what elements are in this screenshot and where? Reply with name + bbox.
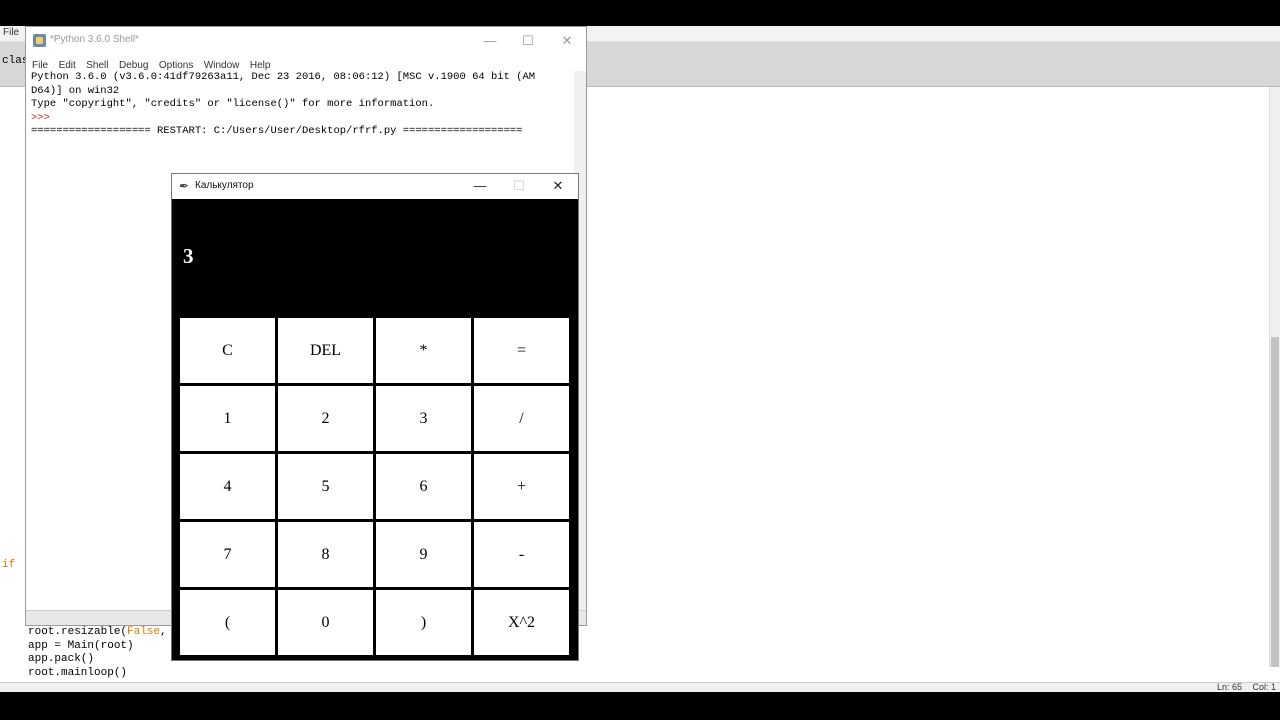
calc-key[interactable]: - bbox=[474, 522, 569, 587]
calc-key[interactable]: 5 bbox=[278, 454, 373, 519]
calculator-window: ✒ Калькулятор — ☐ ✕ 3 C DEL * = 1 2 3/4 5 6 +7 8 9-… bbox=[171, 173, 579, 661]
calculator-display: 3 bbox=[172, 199, 578, 316]
code-line: root.resizable(False, bbox=[28, 626, 167, 638]
calc-key[interactable]: C bbox=[180, 318, 275, 383]
editor-code-area[interactable]: root.resizable(False, app = Main(root) a… bbox=[28, 626, 167, 680]
status-line: Ln: 65 bbox=[1216, 682, 1242, 692]
shell-line: Python 3.6.0 (v3.6.0:41df79263a11, Dec 2… bbox=[31, 71, 536, 83]
editor-menu-file[interactable]: File bbox=[3, 27, 19, 38]
calc-key[interactable]: ) bbox=[376, 590, 471, 655]
cursor-position: Ln: 65 Col: 1 bbox=[1209, 682, 1276, 692]
calc-key[interactable]: / bbox=[474, 386, 569, 451]
shell-titlebar[interactable]: *Python 3.6.0 Shell* — ☐ ✕ bbox=[26, 27, 586, 55]
shell-restart-line: =================== RESTART: C:/Users/Us… bbox=[31, 125, 523, 137]
calculator-close-button[interactable]: ✕ bbox=[540, 176, 576, 196]
calc-key[interactable]: + bbox=[474, 454, 569, 519]
editor-left-gutter bbox=[0, 87, 25, 667]
editor-scroll-thumb[interactable] bbox=[1271, 337, 1279, 667]
calc-key[interactable]: X^2 bbox=[474, 590, 569, 655]
calc-key[interactable]: 1 bbox=[180, 386, 275, 451]
editor-code-fragment: if bbox=[2, 559, 16, 571]
calculator-maximize-button: ☐ bbox=[513, 178, 525, 193]
calc-key[interactable]: 9 bbox=[376, 522, 471, 587]
status-col: Col: 1 bbox=[1252, 682, 1276, 692]
shell-line: D64)] on win32 bbox=[31, 84, 120, 97]
shell-line: Type "copyright", "credits" or "license(… bbox=[31, 98, 435, 110]
calc-key[interactable]: 6 bbox=[376, 454, 471, 519]
shell-menubar: File Edit Shell Debug Options Window Hel… bbox=[26, 55, 586, 71]
calc-key[interactable]: ( bbox=[180, 590, 275, 655]
shell-prompt: >>> bbox=[31, 111, 50, 124]
editor-statusbar: Ln: 65 Col: 1 bbox=[0, 682, 1280, 692]
shell-close-button[interactable]: ✕ bbox=[547, 31, 587, 51]
calc-key[interactable]: DEL bbox=[278, 318, 373, 383]
code-line: app = Main(root) bbox=[28, 639, 134, 652]
calculator-titlebar[interactable]: ✒ Калькулятор — ☐ ✕ bbox=[172, 174, 578, 199]
calculator-minimize-button[interactable]: — bbox=[462, 176, 498, 196]
calc-key[interactable]: 7 bbox=[180, 522, 275, 587]
calc-key[interactable]: * bbox=[376, 318, 471, 383]
python-app-icon bbox=[33, 34, 46, 47]
calc-key[interactable]: 3 bbox=[376, 386, 471, 451]
shell-minimize-button[interactable]: — bbox=[470, 31, 510, 51]
code-line: app.pack() bbox=[28, 653, 95, 665]
calculator-title: Калькулятор bbox=[195, 180, 254, 191]
editor-vertical-scrollbar[interactable] bbox=[1269, 87, 1280, 667]
feather-icon: ✒ bbox=[179, 179, 190, 193]
calculator-display-value: 3 bbox=[183, 244, 194, 268]
shell-window-title: *Python 3.6.0 Shell* bbox=[50, 34, 139, 45]
calc-key[interactable]: 2 bbox=[278, 386, 373, 451]
shell-maximize-button[interactable]: ☐ bbox=[508, 31, 548, 51]
calc-key[interactable]: = bbox=[474, 318, 569, 383]
desktop-screen: File clas if root.resizable(False, app =… bbox=[0, 26, 1280, 692]
code-line: root.mainloop() bbox=[28, 666, 128, 679]
calc-key[interactable]: 8 bbox=[278, 522, 373, 587]
calc-key[interactable]: 4 bbox=[180, 454, 275, 519]
calc-key[interactable]: 0 bbox=[278, 590, 373, 655]
